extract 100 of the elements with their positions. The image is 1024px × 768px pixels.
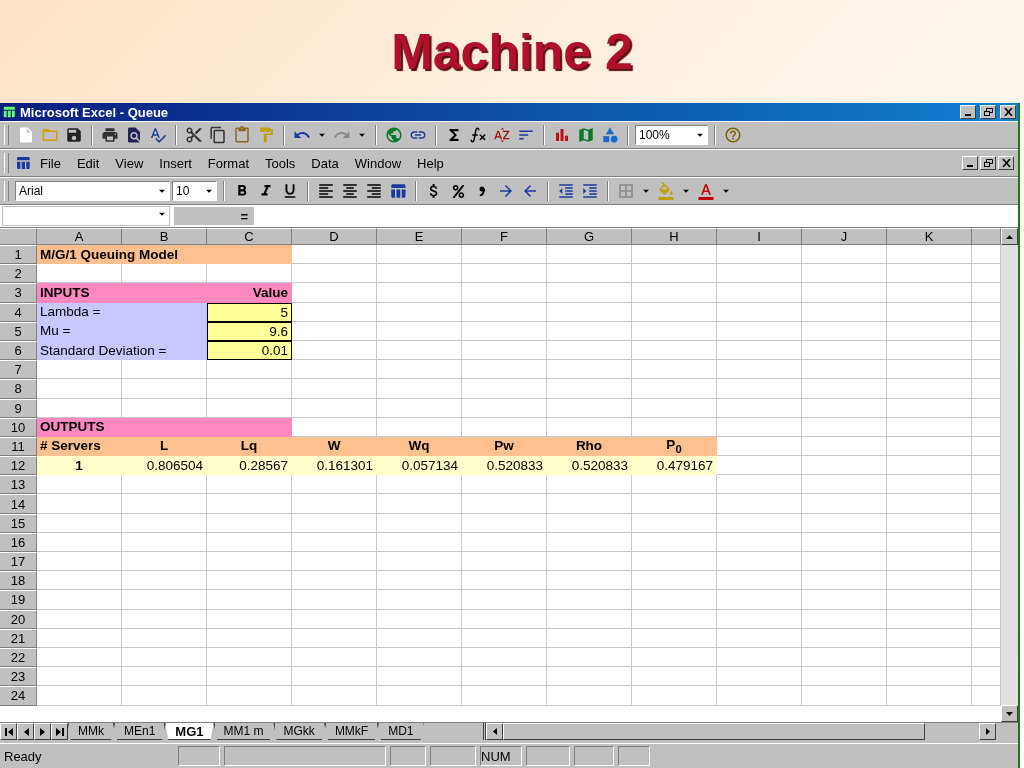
column-header[interactable]: E [377, 228, 462, 245]
font-color-icon[interactable] [697, 182, 715, 200]
copy-icon[interactable] [209, 126, 227, 144]
restore-button[interactable] [980, 156, 996, 170]
arrow-right-icon[interactable] [497, 182, 515, 200]
column-header[interactable]: A [37, 228, 122, 245]
table-cell [972, 360, 1001, 380]
spelling-icon[interactable] [149, 126, 167, 144]
cell-text: 0.520833 [571, 457, 628, 473]
row-header[interactable]: 18 [0, 571, 37, 591]
cell-text: Wq [408, 438, 430, 454]
sheet-nav-button[interactable] [0, 723, 17, 740]
cell-text: 0.520833 [486, 457, 543, 473]
scroll-thumb[interactable] [503, 723, 925, 740]
align-left-icon[interactable] [317, 182, 335, 200]
fill-color-icon[interactable] [657, 182, 675, 200]
row-header[interactable]: 14 [0, 494, 37, 514]
column-header[interactable]: C [207, 228, 292, 245]
sheet-tab[interactable]: MEn1 [114, 723, 166, 740]
menu-item[interactable]: Format [200, 153, 256, 173]
paste-icon[interactable] [233, 126, 251, 144]
column-header[interactable]: D [292, 228, 377, 245]
close-icon [1001, 159, 1011, 167]
menu-item[interactable]: Data [304, 153, 346, 173]
row-header[interactable]: 13 [0, 475, 37, 495]
horizontal-scrollbar[interactable] [483, 723, 996, 740]
function-icon[interactable] [469, 126, 487, 144]
menu-item[interactable]: Help [410, 153, 451, 173]
arrow-icon [55, 727, 64, 736]
font-field[interactable]: Arial [15, 181, 170, 201]
help-icon[interactable] [724, 126, 742, 144]
right-arrow-icon [985, 728, 990, 735]
scroll-right-button[interactable] [979, 723, 996, 740]
row-header[interactable]: 12 [0, 456, 37, 476]
row-header[interactable]: 7 [0, 360, 37, 380]
row-header[interactable]: 8 [0, 379, 37, 399]
align-center-icon[interactable] [341, 182, 359, 200]
minimize-button[interactable] [960, 105, 976, 119]
indent-decrease-icon[interactable] [557, 182, 575, 200]
close-button[interactable] [998, 156, 1014, 170]
cell-text: INPUTS [40, 284, 90, 300]
bar-chart-icon[interactable] [553, 126, 571, 144]
status-text: Ready [4, 748, 43, 764]
row-header[interactable]: 19 [0, 590, 37, 610]
table-cell [972, 245, 1001, 265]
sheet-nav-button[interactable] [51, 723, 68, 740]
sheet-tab[interactable]: MM1 m [213, 723, 274, 740]
column-header[interactable]: K [887, 228, 972, 245]
sheet-tab[interactable]: MGkk [273, 723, 325, 740]
sheet-nav-button[interactable] [17, 723, 34, 740]
status-panel [178, 746, 220, 766]
percent-icon[interactable] [451, 184, 465, 198]
column-header[interactable]: F [462, 228, 547, 245]
column-header[interactable]: G [547, 228, 632, 245]
row-header[interactable]: 24 [0, 686, 37, 706]
row-header[interactable]: 23 [0, 667, 37, 687]
shapes-icon[interactable] [601, 126, 619, 144]
sheet-tab[interactable]: MMk [68, 723, 114, 740]
scissors-icon[interactable] [185, 126, 203, 144]
sort-ascending-icon[interactable] [493, 126, 511, 144]
row-header[interactable]: 1 [0, 245, 37, 265]
row-header[interactable]: 2 [0, 264, 37, 284]
map-icon[interactable] [577, 126, 595, 144]
scroll-up-button[interactable] [1001, 228, 1018, 245]
scroll-down-button[interactable] [1001, 705, 1018, 722]
font-size-field[interactable]: 10 [172, 181, 217, 201]
sheet-nav-button[interactable] [34, 723, 51, 740]
menu-item[interactable]: File [33, 153, 68, 173]
sheet-tab[interactable]: MG1 [165, 723, 214, 740]
print-preview-icon[interactable] [125, 126, 143, 144]
merge-center-icon[interactable] [389, 182, 407, 200]
zoom-field[interactable]: 100% [635, 125, 708, 145]
scroll-left-button[interactable] [486, 723, 503, 740]
column-header[interactable]: H [632, 228, 717, 245]
row-header[interactable]: 17 [0, 552, 37, 572]
menu-item[interactable]: Insert [152, 153, 199, 173]
sheet-tab[interactable]: MMkF [324, 723, 379, 740]
menu-item[interactable]: Tools [258, 153, 303, 173]
printer-icon[interactable] [101, 126, 119, 144]
vertical-scrollbar[interactable] [1001, 228, 1018, 722]
comma-icon[interactable] [479, 186, 485, 196]
column-header[interactable]: J [802, 228, 887, 245]
sheet-tab[interactable]: MD1 [378, 723, 424, 740]
cell-text: Mu = [40, 323, 71, 339]
align-right-icon[interactable] [365, 182, 383, 200]
minimize-button[interactable] [962, 156, 978, 170]
globe-icon[interactable] [385, 126, 403, 144]
menu-item[interactable]: Edit [69, 153, 107, 173]
menu-item[interactable]: Window [347, 153, 409, 173]
row-header[interactable]: 3 [0, 283, 37, 303]
indent-increase-icon[interactable] [581, 182, 599, 200]
cell-text: 0.806504 [146, 457, 203, 473]
column-header[interactable]: I [717, 228, 802, 245]
menu-item[interactable]: View [108, 153, 151, 173]
equals-button[interactable]: = [174, 207, 254, 225]
select-all-corner[interactable] [0, 228, 37, 245]
restore-button[interactable] [980, 105, 996, 119]
column-header[interactable]: B [122, 228, 207, 245]
close-button[interactable] [1000, 105, 1016, 119]
save-icon[interactable] [65, 126, 83, 144]
